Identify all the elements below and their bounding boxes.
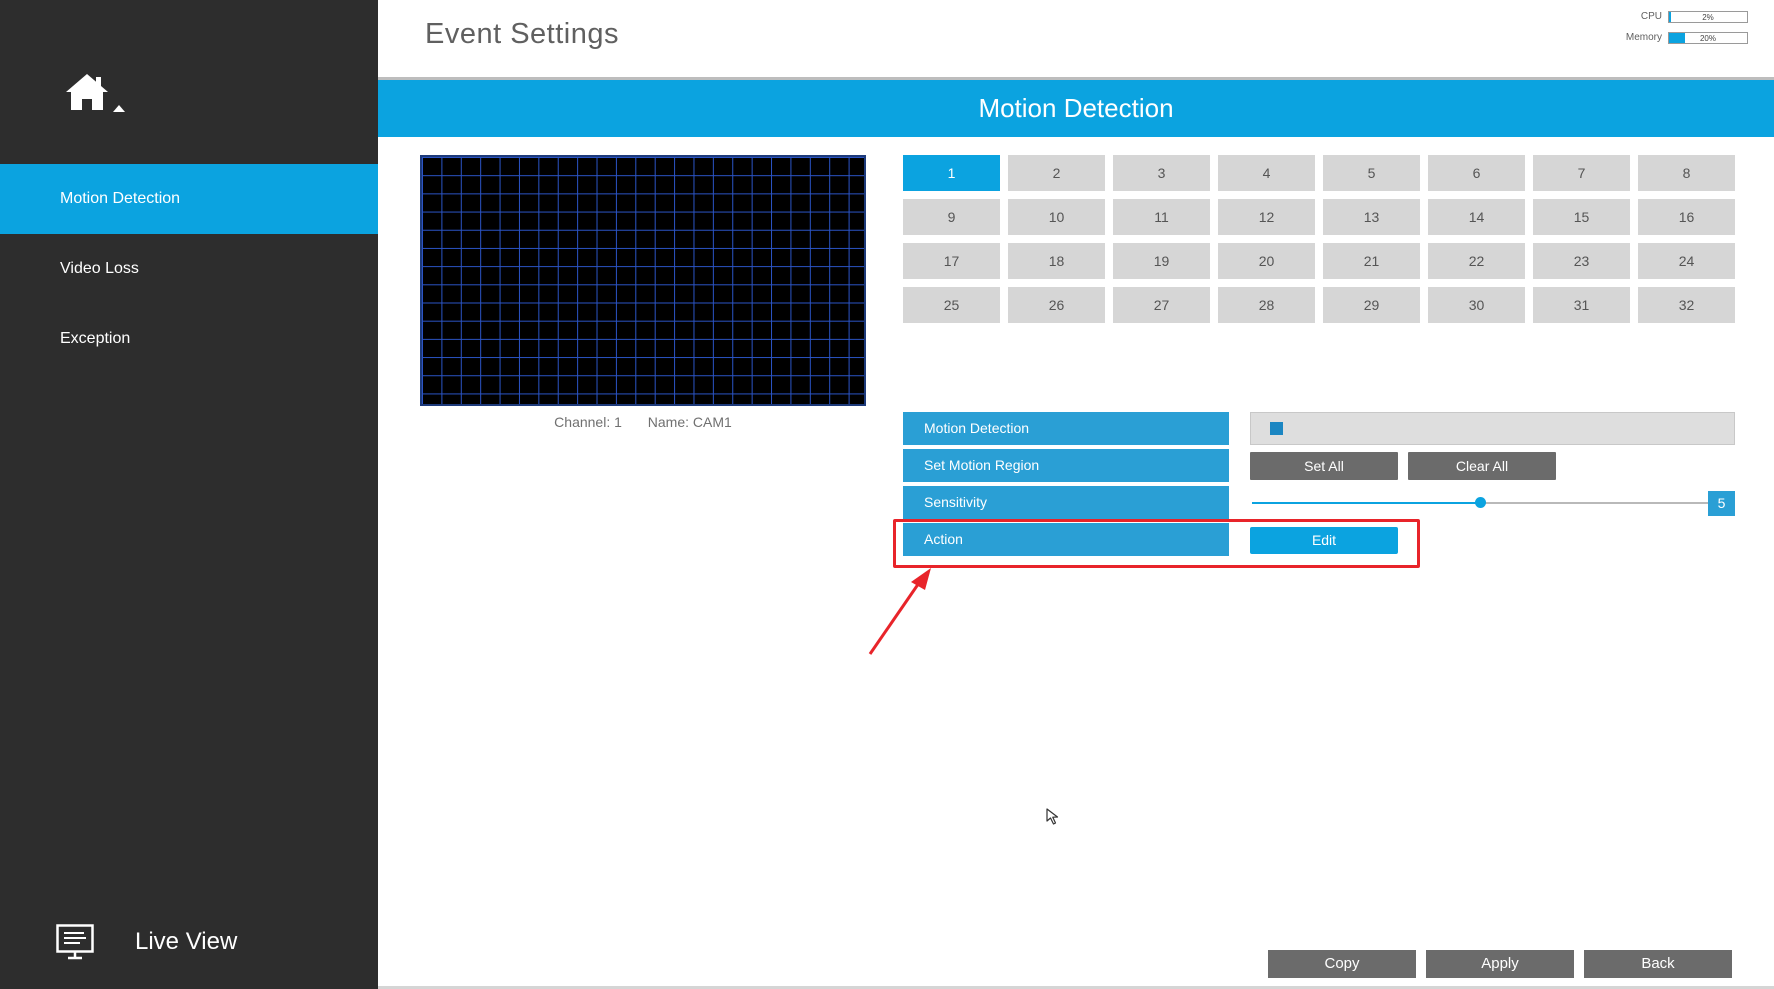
live-view-button[interactable]: Live View [56,920,356,964]
channel-button[interactable]: 4 [1218,155,1315,191]
channel-button[interactable]: 19 [1113,243,1210,279]
motion-detection-label: Motion Detection [903,412,1229,445]
preview-info: Channel: 1 Name: CAM1 [420,414,866,430]
sidebar: Motion Detection Video Loss Exception Li… [0,0,378,989]
set-all-button[interactable]: Set All [1250,452,1398,480]
camera-name-label: Name: CAM1 [647,414,732,430]
channel-button[interactable]: 18 [1008,243,1105,279]
channel-button[interactable]: 10 [1008,199,1105,235]
channel-button[interactable]: 1 [903,155,1000,191]
sidebar-item-motion-detection[interactable]: Motion Detection [0,164,378,234]
channel-button[interactable]: 27 [1113,287,1210,323]
memory-label: Memory [1625,32,1662,43]
channel-button[interactable]: 28 [1218,287,1315,323]
motion-detection-checkbox[interactable] [1270,422,1283,435]
channel-button[interactable]: 14 [1428,199,1525,235]
channel-button[interactable]: 29 [1323,287,1420,323]
set-motion-region-label: Set Motion Region [903,449,1229,482]
channel-button[interactable]: 9 [903,199,1000,235]
channel-button[interactable]: 3 [1113,155,1210,191]
cpu-label: CPU [1640,11,1662,22]
channel-button[interactable]: 20 [1218,243,1315,279]
channel-button[interactable]: 5 [1323,155,1420,191]
channel-button[interactable]: 26 [1008,287,1105,323]
annotation-arrow-icon [865,568,935,663]
sensitivity-label: Sensitivity [903,486,1229,519]
live-view-label: Live View [135,928,238,955]
channel-button[interactable]: 24 [1638,243,1735,279]
channel-button[interactable]: 30 [1428,287,1525,323]
back-button[interactable]: Back [1584,950,1732,978]
apply-button[interactable]: Apply [1426,950,1574,978]
channel-button[interactable]: 7 [1533,155,1630,191]
channel-button[interactable]: 32 [1638,287,1735,323]
sidebar-item-video-loss[interactable]: Video Loss [0,234,378,304]
sensitivity-slider-fill [1252,502,1480,504]
sensitivity-slider-handle[interactable] [1475,497,1486,508]
memory-usage: Memory 20% [1608,32,1748,45]
mouse-pointer-icon [1046,808,1062,831]
motion-detection-field [1250,412,1735,445]
channel-button[interactable]: 23 [1533,243,1630,279]
sensitivity-slider[interactable] [1252,497,1708,508]
channel-button[interactable]: 11 [1113,199,1210,235]
home-icon[interactable] [66,72,126,116]
channel-button[interactable]: 6 [1428,155,1525,191]
channel-button[interactable]: 16 [1638,199,1735,235]
channel-button[interactable]: 12 [1218,199,1315,235]
memory-bar: 20% [1668,32,1748,44]
cpu-bar: 2% [1668,11,1748,23]
channel-button[interactable]: 2 [1008,155,1105,191]
channel-button[interactable]: 17 [903,243,1000,279]
channel-button[interactable]: 25 [903,287,1000,323]
sensitivity-value: 5 [1708,491,1735,516]
cpu-value: 2% [1702,13,1714,22]
channel-button[interactable]: 13 [1323,199,1420,235]
memory-value: 20% [1699,34,1716,43]
channel-button[interactable]: 31 [1533,287,1630,323]
highlight-box [893,519,1420,568]
channel-button[interactable]: 8 [1638,155,1735,191]
copy-button[interactable]: Copy [1268,950,1416,978]
channel-button[interactable]: 22 [1428,243,1525,279]
channel-button[interactable]: 15 [1533,199,1630,235]
sidebar-item-exception[interactable]: Exception [0,304,378,374]
monitor-icon [56,924,94,960]
page-title: Event Settings [425,18,619,50]
motion-region-grid[interactable] [420,155,866,406]
channel-label: Channel: 1 [554,414,622,430]
clear-all-button[interactable]: Clear All [1408,452,1556,480]
cpu-usage: CPU 2% [1608,11,1748,24]
section-title: Motion Detection [378,80,1774,137]
channel-button[interactable]: 21 [1323,243,1420,279]
